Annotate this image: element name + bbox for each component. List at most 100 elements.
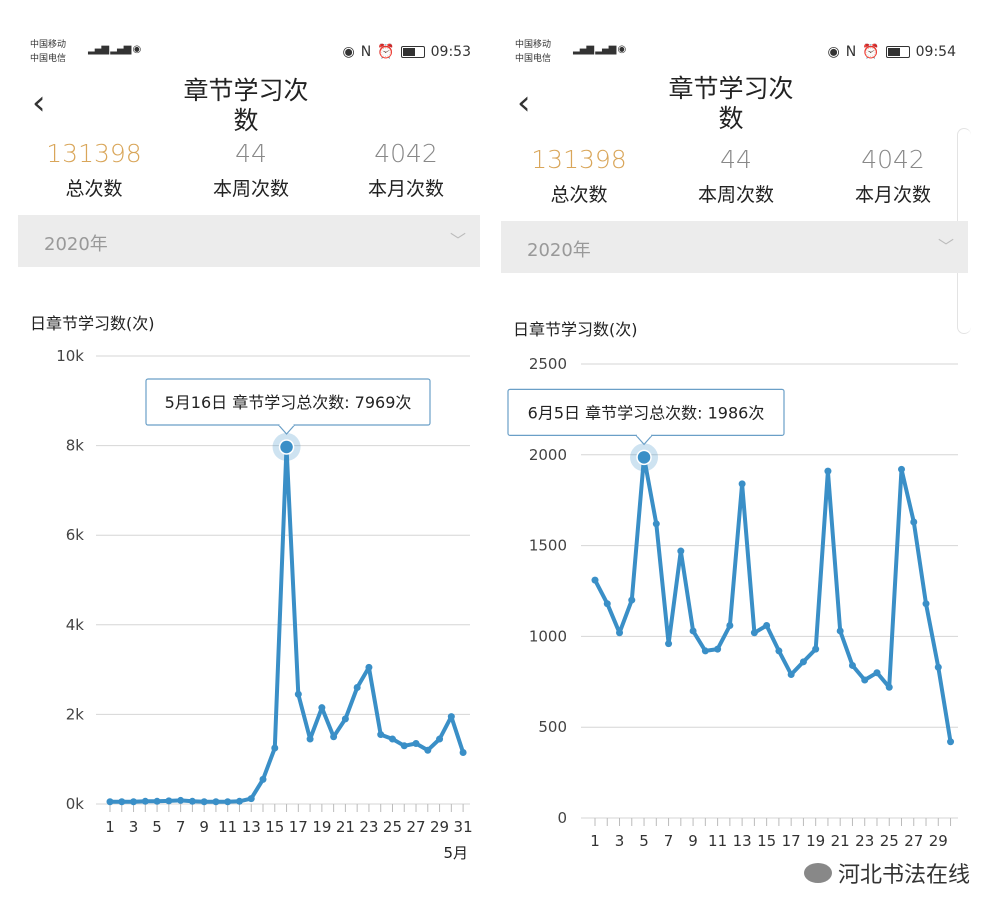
data-point[interactable]	[271, 744, 279, 752]
line-chart[interactable]: 0k2k4k6k8k10k1 3 5 7 9 11 13 15 17 19 21 23 25 27 29 31…	[0, 0, 485, 917]
data-point[interactable]	[177, 796, 185, 804]
data-point[interactable]	[365, 663, 373, 671]
x-tick-label: 11	[708, 832, 727, 850]
data-point[interactable]	[591, 576, 599, 584]
x-tick-label: 13	[242, 818, 261, 836]
data-point[interactable]	[235, 797, 243, 805]
data-point[interactable]	[459, 748, 467, 756]
x-tick-label: 13	[733, 832, 752, 850]
data-point[interactable]	[750, 629, 758, 637]
x-tick-label: 23	[855, 832, 874, 850]
y-tick-label: 8k	[66, 437, 85, 455]
tooltip-text: 5月16日 章节学习总次数: 7969次	[165, 393, 412, 412]
data-point[interactable]	[726, 622, 734, 630]
y-tick-label: 500	[538, 718, 567, 736]
data-point[interactable]	[714, 645, 722, 653]
data-point[interactable]	[424, 746, 432, 754]
y-tick-label: 1000	[529, 627, 567, 645]
x-tick-label: 21	[831, 832, 850, 850]
data-point[interactable]	[247, 795, 255, 803]
x-tick-label: 7	[664, 832, 674, 850]
tooltip-arrow	[278, 424, 295, 435]
data-point[interactable]	[934, 663, 942, 671]
data-point[interactable]	[701, 647, 709, 655]
tooltip: 5月16日 章节学习总次数: 7969次	[145, 378, 431, 435]
data-point[interactable]	[689, 627, 697, 635]
data-point[interactable]	[153, 797, 161, 805]
x-tick-label: 19	[806, 832, 825, 850]
data-point[interactable]	[353, 684, 361, 692]
data-point[interactable]	[259, 775, 267, 783]
data-point[interactable]	[787, 671, 795, 679]
data-point[interactable]	[861, 676, 869, 684]
data-point[interactable]	[212, 798, 220, 806]
data-point[interactable]	[436, 735, 444, 743]
data-point[interactable]	[141, 797, 149, 805]
data-point[interactable]	[836, 627, 844, 635]
x-tick-label: 15	[757, 832, 776, 850]
data-point[interactable]	[922, 600, 930, 608]
x-tick-label: 17	[782, 832, 801, 850]
data-point[interactable]	[188, 797, 196, 805]
x-tick-label: 9	[688, 832, 698, 850]
data-point[interactable]	[799, 658, 807, 666]
data-point[interactable]	[848, 661, 856, 669]
x-tick-label: 5	[639, 832, 649, 850]
highlighted-point[interactable]	[278, 439, 295, 455]
x-tick-label: 1	[105, 818, 115, 836]
x-tick-label: 27	[904, 832, 923, 850]
tooltip-arrow	[635, 434, 653, 446]
y-tick-label: 2k	[66, 705, 85, 723]
x-tick-label: 29	[929, 832, 948, 850]
data-point[interactable]	[910, 518, 918, 526]
x-tick-label: 23	[359, 818, 378, 836]
wechat-icon	[803, 863, 832, 883]
data-point[interactable]	[677, 547, 685, 555]
data-point[interactable]	[775, 647, 783, 655]
highlighted-point[interactable]	[636, 449, 652, 466]
data-point[interactable]	[616, 629, 624, 637]
x-tick-label: 27	[406, 818, 425, 836]
y-tick-label: 0	[557, 809, 567, 827]
data-point[interactable]	[738, 480, 746, 488]
data-point[interactable]	[763, 622, 771, 630]
data-point[interactable]	[873, 669, 881, 677]
data-point[interactable]	[628, 596, 636, 604]
y-tick-label: 0k	[66, 795, 85, 813]
data-point[interactable]	[200, 798, 208, 806]
data-point[interactable]	[388, 735, 396, 743]
watermark-text: 河北书法在线	[837, 863, 970, 888]
series-line	[593, 455, 953, 743]
data-point[interactable]	[665, 640, 673, 648]
data-point[interactable]	[130, 798, 138, 806]
x-tick-label: 9	[199, 818, 209, 836]
data-point[interactable]	[165, 797, 173, 805]
y-tick-label: 6k	[66, 526, 85, 544]
data-point[interactable]	[118, 798, 126, 806]
data-point[interactable]	[400, 742, 408, 750]
data-point[interactable]	[341, 715, 349, 723]
data-point[interactable]	[377, 731, 385, 739]
line-chart[interactable]: 050010001500200025001 3 5 7 9 11 13 15 17 19 21 23 2…	[485, 0, 970, 917]
x-tick-label: 25	[383, 818, 402, 836]
data-point[interactable]	[306, 735, 314, 743]
data-point[interactable]	[294, 690, 302, 698]
data-point[interactable]	[603, 600, 611, 608]
y-tick-label: 2000	[529, 446, 567, 464]
data-point[interactable]	[885, 683, 893, 691]
phone-screen-1: 中国移动 中国电信 ▂▄▆ ▂▄▆ ◉ ◉ N ⏰ 09:53 ‹ 章节学习次 …	[0, 0, 485, 917]
data-point[interactable]	[812, 645, 820, 653]
data-point[interactable]	[330, 733, 338, 741]
data-point[interactable]	[447, 713, 455, 721]
data-point[interactable]	[824, 467, 832, 475]
data-point[interactable]	[106, 798, 114, 806]
data-point[interactable]	[898, 465, 905, 473]
tooltip: 6月5日 章节学习总次数: 1986次	[507, 388, 785, 446]
data-point[interactable]	[318, 704, 326, 712]
data-point[interactable]	[652, 520, 660, 528]
data-point[interactable]	[224, 798, 232, 806]
y-tick-label: 4k	[66, 616, 85, 634]
data-point[interactable]	[412, 740, 420, 748]
data-point[interactable]	[947, 738, 955, 746]
x-tick-label: 3	[615, 832, 625, 850]
